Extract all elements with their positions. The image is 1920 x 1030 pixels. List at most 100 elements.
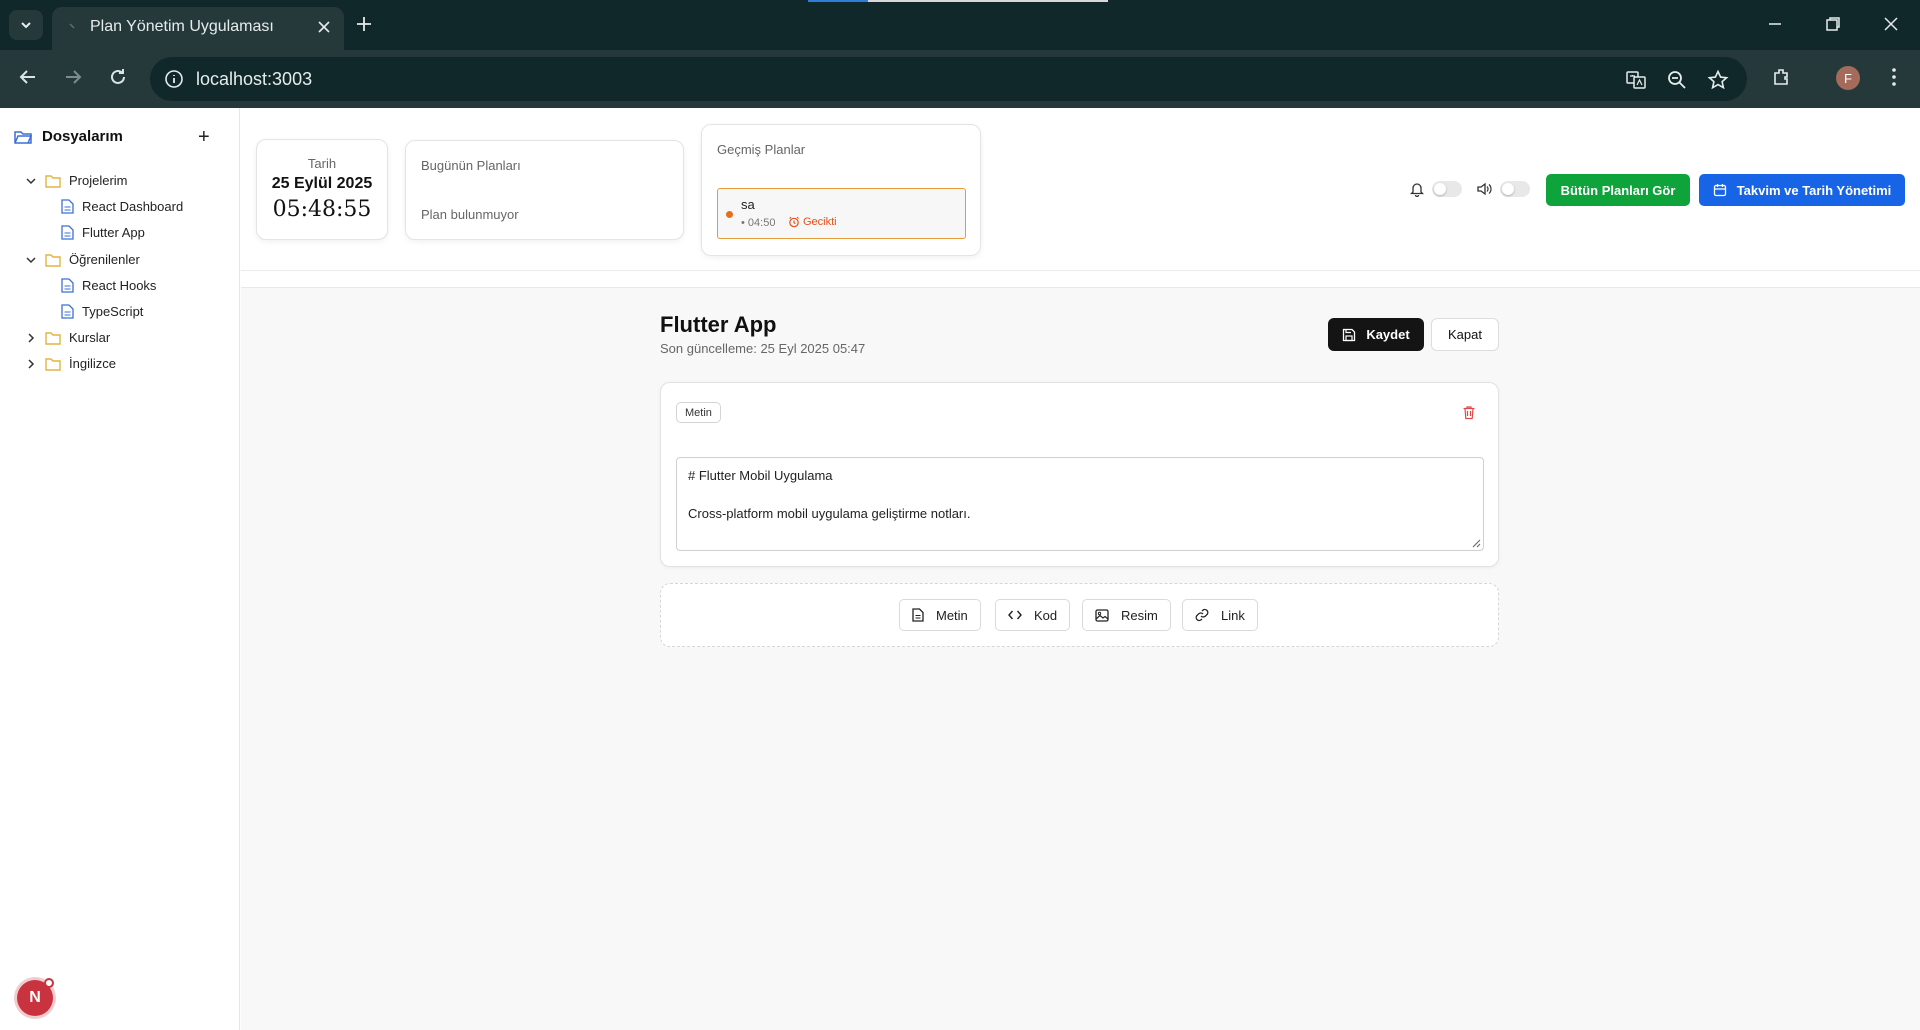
- folder-icon: [45, 253, 61, 267]
- tree-file-typescript[interactable]: TypeScript: [61, 304, 143, 319]
- tree-label: React Dashboard: [82, 199, 184, 214]
- file-text-icon: [61, 278, 74, 293]
- tree-label: TypeScript: [82, 304, 144, 319]
- browser-tab[interactable]: Plan Yönetim Uygulaması: [52, 7, 344, 50]
- today-plans-title: Bugünün Planları: [421, 158, 521, 173]
- page-title: Flutter App: [660, 312, 777, 337]
- extensions-icon[interactable]: [1771, 66, 1793, 88]
- restore-icon[interactable]: [1823, 14, 1843, 34]
- sound-toggle[interactable]: [1500, 181, 1530, 197]
- forward-arrow-icon[interactable]: [62, 66, 84, 88]
- minimize-icon[interactable]: [1765, 14, 1785, 34]
- add-button-label: Kod: [1034, 607, 1058, 623]
- close-label: Kapat: [1448, 327, 1482, 342]
- resize-handle-icon[interactable]: [1471, 538, 1481, 548]
- close-button[interactable]: Kapat: [1431, 318, 1499, 351]
- save-button[interactable]: Kaydet: [1328, 318, 1424, 351]
- last-updated: Son güncelleme: 25 Eyl 2025 05:47: [660, 341, 866, 356]
- back-arrow-icon[interactable]: [17, 66, 39, 88]
- tree-folder-projelerim[interactable]: Projelerim: [25, 173, 128, 188]
- folder-icon: [45, 331, 61, 345]
- add-link-block-button[interactable]: Link: [1182, 599, 1258, 631]
- tree-folder-ingilizce[interactable]: İngilizce: [25, 356, 116, 371]
- date-label: Tarih: [307, 156, 337, 171]
- calendar-button[interactable]: Takvim ve Tarih Yönetimi: [1699, 174, 1905, 206]
- folder-open-icon: [14, 130, 32, 144]
- clock-value: 05:48:55: [272, 197, 372, 222]
- sidebar-header: Dosyalarım: [14, 128, 123, 145]
- new-tab-icon[interactable]: [354, 14, 374, 34]
- all-plans-button[interactable]: Bütün Planları Gör: [1546, 174, 1690, 206]
- add-text-block-button[interactable]: Metin: [899, 599, 981, 631]
- image-icon: [1095, 608, 1109, 622]
- zoom-icon[interactable]: [1666, 69, 1688, 91]
- block-content-textarea[interactable]: # Flutter Mobil Uygulama Cross-platform …: [676, 457, 1484, 551]
- today-plans-empty: Plan bulunmuyor: [421, 207, 519, 222]
- late-status: Gecikti: [788, 216, 837, 228]
- browser-toolbar: localhost:3003: [0, 50, 1920, 108]
- more-options-icon[interactable]: [1883, 66, 1905, 88]
- calendar-icon: [1713, 184, 1726, 197]
- chevron-down-icon: [21, 22, 31, 29]
- add-code-block-button[interactable]: Kod: [995, 599, 1071, 631]
- status-dot: [726, 211, 733, 218]
- file-sidebar: Dosyalarım + Projelerim React Dashboard …: [0, 108, 240, 1030]
- tab-title: Plan Yönetim Uygulaması: [90, 18, 274, 35]
- tree-file-react-dashboard[interactable]: React Dashboard: [61, 199, 183, 214]
- site-info-icon[interactable]: [164, 69, 184, 89]
- date-value: 25 Eylül 2025: [271, 175, 373, 192]
- window-close-icon[interactable]: [1881, 14, 1901, 34]
- chevron-right-icon[interactable]: [25, 358, 37, 370]
- link-icon: [1195, 608, 1209, 622]
- text-block: Metin # Flutter Mobil Uygulama Cross-pla…: [660, 382, 1499, 567]
- bell-icon: [1410, 183, 1424, 197]
- tree-folder-ogrenilenler[interactable]: Öğrenilenler: [25, 252, 140, 267]
- add-file-button[interactable]: +: [198, 127, 210, 147]
- late-status-text: Gecikti: [803, 216, 837, 228]
- all-plans-label: Bütün Planları Gör: [1560, 182, 1676, 198]
- add-block-bar: Metin Kod Resim Link: [660, 583, 1499, 647]
- add-image-block-button[interactable]: Resim: [1082, 599, 1171, 631]
- address-bar[interactable]: localhost:3003: [150, 57, 1747, 101]
- folder-icon: [45, 357, 61, 371]
- speaker-icon: [1477, 182, 1492, 196]
- past-plan-time: • 04:50: [741, 217, 776, 229]
- chevron-down-icon[interactable]: [25, 254, 37, 266]
- past-plans-card: Geçmiş Planlar sa • 04:50 Gecikti: [701, 124, 981, 256]
- file-text-icon: [61, 199, 74, 214]
- past-plan-item[interactable]: sa • 04:50 Gecikti: [717, 188, 966, 239]
- date-time-card: Tarih 25 Eylül 2025 05:48:55: [256, 139, 388, 240]
- tab-search-button[interactable]: [9, 10, 43, 40]
- save-label: Kaydet: [1366, 327, 1410, 342]
- tree-label: React Hooks: [82, 278, 157, 293]
- tree-file-react-hooks[interactable]: React Hooks: [61, 278, 156, 293]
- reload-icon[interactable]: [107, 66, 129, 88]
- notification-toggle[interactable]: [1432, 181, 1462, 197]
- save-icon: [1343, 328, 1356, 341]
- folder-icon: [45, 174, 61, 188]
- add-button-label: Metin: [936, 607, 968, 623]
- tree-file-flutter-app[interactable]: Flutter App: [61, 225, 145, 240]
- chevron-right-icon[interactable]: [25, 332, 37, 344]
- trash-icon[interactable]: [1462, 405, 1476, 420]
- close-icon[interactable]: [316, 19, 332, 35]
- file-text-icon: [61, 225, 74, 240]
- tree-label: Öğrenilenler: [69, 252, 140, 267]
- bookmark-star-icon[interactable]: [1707, 69, 1729, 91]
- url-text: localhost:3003: [196, 69, 313, 89]
- translate-icon[interactable]: [1625, 69, 1647, 91]
- chevron-down-icon[interactable]: [25, 175, 37, 187]
- tree-folder-kurslar[interactable]: Kurslar: [25, 330, 110, 345]
- tree-label: Flutter App: [82, 225, 145, 240]
- alarm-clock-icon: [789, 216, 799, 228]
- past-plans-title: Geçmiş Planlar: [717, 142, 806, 157]
- content-line: # Flutter Mobil Uygulama: [688, 468, 833, 483]
- profile-avatar[interactable]: F: [1836, 66, 1860, 90]
- code-icon: [1008, 610, 1022, 620]
- browser-tab-strip: Plan Yönetim Uygulaması: [0, 0, 1920, 50]
- loading-bar: [808, 0, 1108, 2]
- block-type-badge: Metin: [676, 402, 721, 423]
- content-line: Cross-platform mobil uygulama geliştirme…: [688, 505, 971, 521]
- past-plan-name: sa: [741, 197, 755, 212]
- badge-indicator-dot: [44, 978, 54, 988]
